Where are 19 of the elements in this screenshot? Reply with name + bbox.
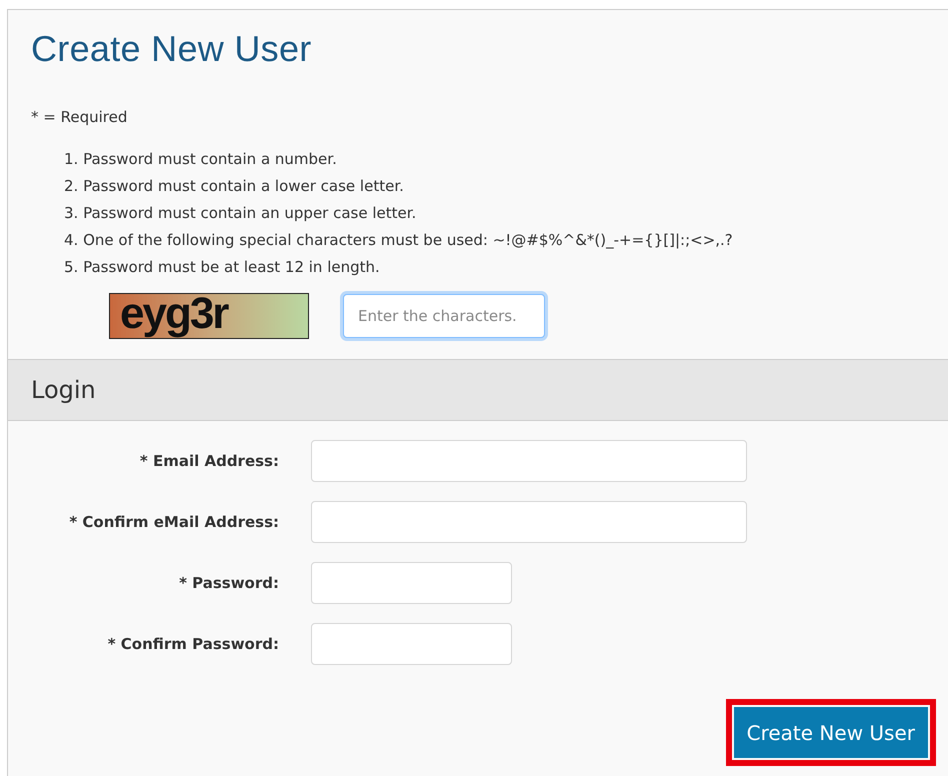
input-field[interactable]	[311, 562, 512, 604]
field-label: * Confirm eMail Address:	[68, 513, 280, 531]
password-rule: 3. Password must contain an upper case letter.	[64, 203, 416, 224]
password-rule: 5. Password must be at least 12 in length.	[64, 257, 380, 278]
captcha-input[interactable]: Enter the characters.	[343, 294, 545, 338]
input-field[interactable]	[311, 440, 747, 482]
field-label: * Password:	[178, 574, 280, 592]
input-field[interactable]	[311, 501, 747, 543]
password-rule: 2. Password must contain a lower case letter.	[64, 176, 404, 197]
page-title: Create New User	[31, 28, 313, 70]
field-label: * Email Address:	[138, 452, 280, 470]
section-title: Login	[31, 376, 96, 404]
field-label: * Confirm Password:	[106, 635, 280, 653]
required-note: * = Required	[31, 108, 128, 126]
create-user-button[interactable]: Create New User	[734, 707, 928, 758]
password-rule: 1. Password must contain a number.	[64, 149, 337, 170]
password-rule: 4. One of the following special characters must be used: ~!@#$%^&*()_-+={}[]|:;<>,.?	[64, 230, 733, 251]
input-field[interactable]	[311, 623, 512, 665]
captcha-image: eyg3r	[109, 293, 309, 339]
